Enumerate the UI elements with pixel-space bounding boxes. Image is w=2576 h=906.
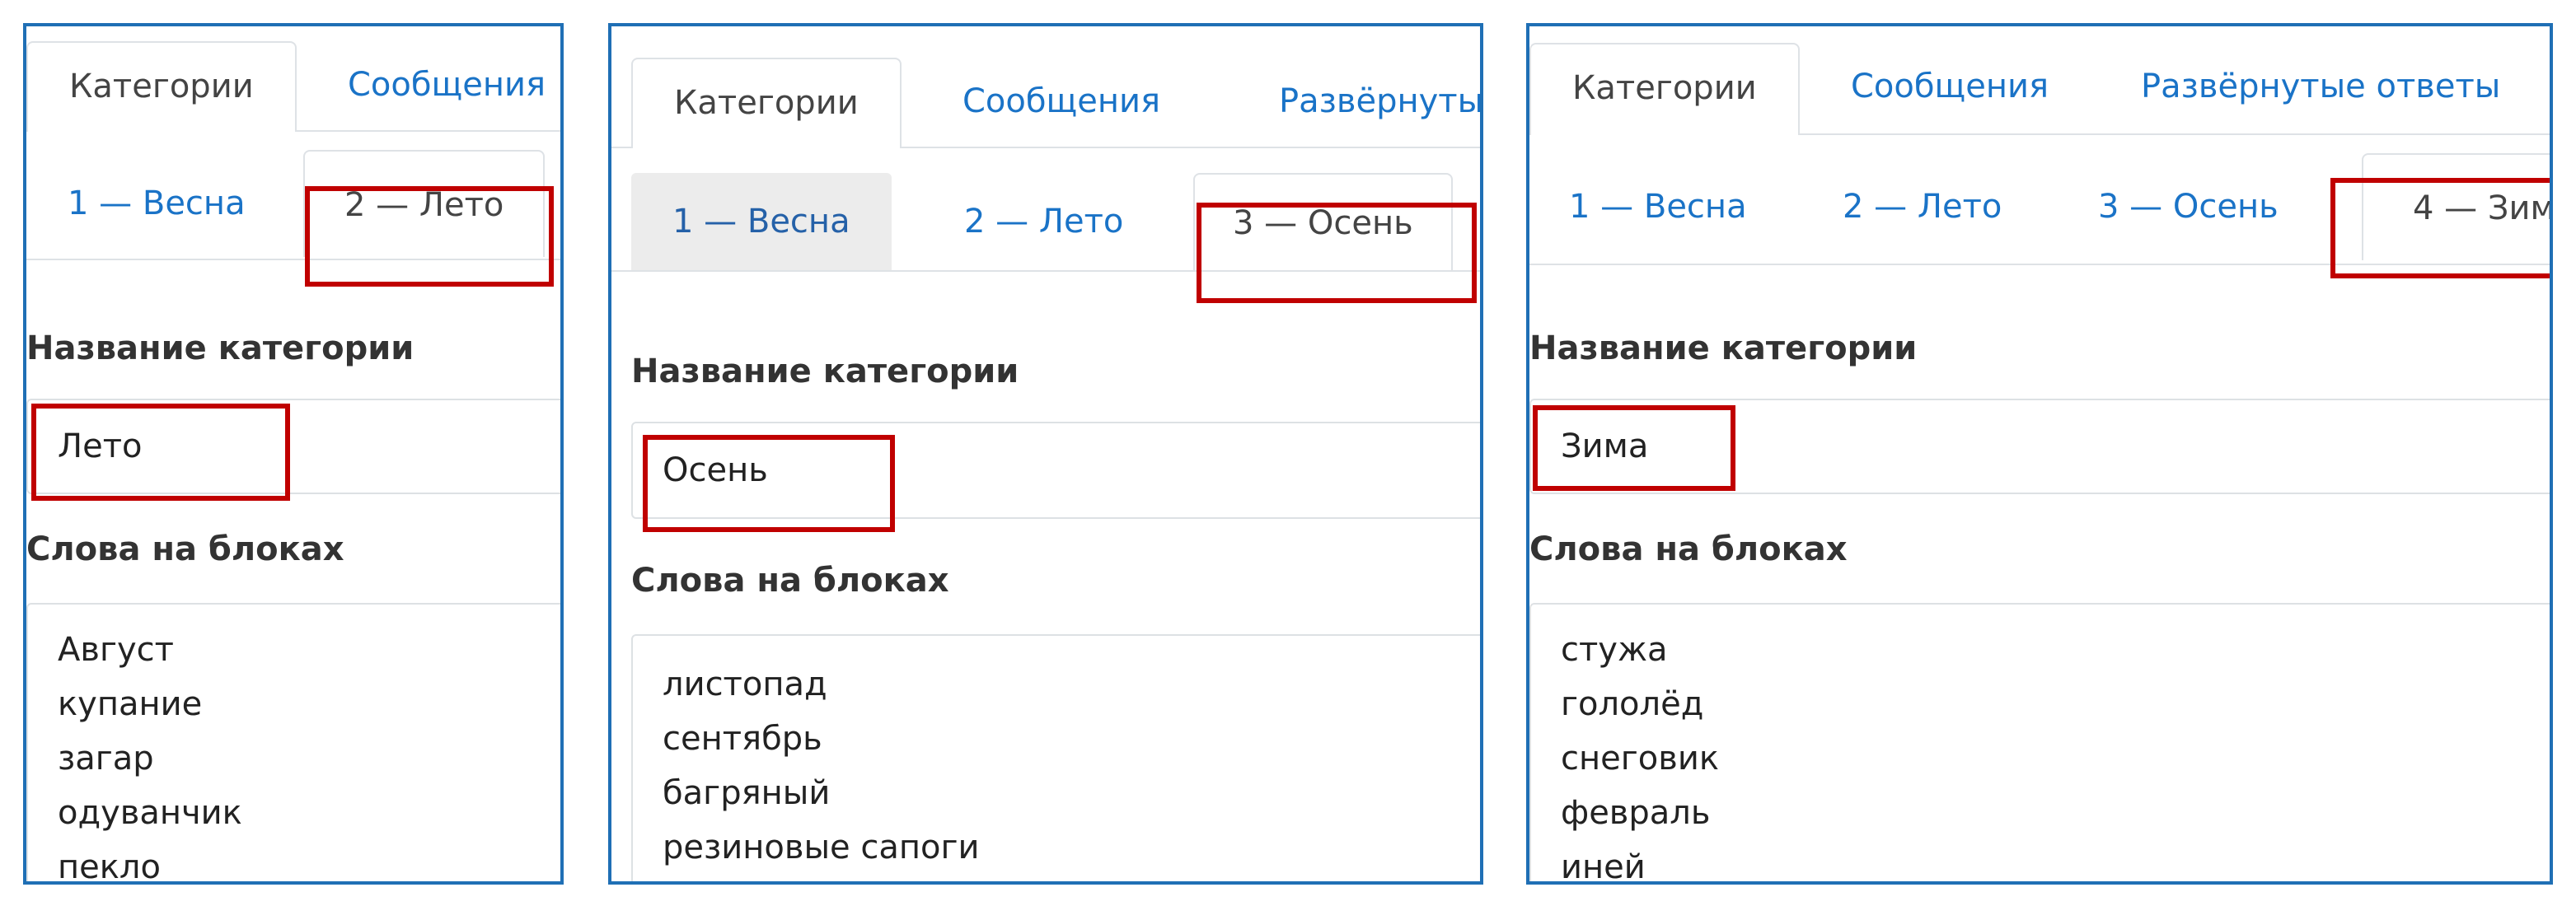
word-item: загар	[58, 740, 154, 778]
category-name-label: Название категории	[631, 353, 1019, 390]
word-item: стужа	[1561, 631, 1668, 669]
block-words-list: листопад сентябрь багряный резиновые сап…	[663, 657, 980, 875]
word-item: февраль	[1561, 794, 1711, 832]
tab-winter[interactable]: 4 — Зима	[2362, 153, 2550, 260]
word-item: гололёд	[1561, 685, 1704, 723]
main-tab-bar: Категории Сообщения Развёрнутые ответы	[1529, 26, 2550, 135]
word-item: иней	[1561, 848, 1646, 885]
category-name-label: Название категории	[1529, 329, 1918, 367]
tab-spring[interactable]: 1 — Весна	[1569, 153, 1747, 260]
screenshot-panel-winter: Категории Сообщения Развёрнутые ответы 1…	[1526, 23, 2553, 885]
word-item: купание	[58, 685, 203, 723]
tab-messages[interactable]: Сообщения	[348, 41, 546, 128]
category-tab-bar: 1 — Весна 2 — Лето	[26, 132, 560, 260]
category-name-input[interactable]: Лето	[26, 399, 560, 494]
category-name-label: Название категории	[26, 329, 415, 367]
block-words-textarea[interactable]: листопад сентябрь багряный резиновые сап…	[631, 634, 1480, 881]
tab-autumn[interactable]: 3 — Осень	[2098, 153, 2279, 260]
tab-answers[interactable]: Развёрнуты	[1279, 58, 1480, 145]
word-item: сентябрь	[663, 720, 822, 758]
word-item: багряный	[663, 774, 831, 812]
tab-spring[interactable]: 1 — Весна	[631, 173, 892, 270]
tab-autumn[interactable]: 3 — Осень	[1193, 173, 1453, 270]
category-tab-bar: 1 — Весна 2 — Лето 3 — Осень	[611, 148, 1480, 272]
block-words-list: стужа гололёд снеговик февраль иней	[1561, 623, 1719, 885]
word-item: резиновые сапоги	[663, 829, 980, 866]
tab-answers[interactable]: Развёрнутые ответы	[2141, 43, 2500, 130]
tab-messages[interactable]: Сообщения	[962, 58, 1160, 145]
main-tab-bar: Категории Сообщения Развёрнуты	[611, 26, 1480, 148]
tab-categories[interactable]: Категории	[1529, 43, 1800, 135]
category-tab-bar: 1 — Весна 2 — Лето 3 — Осень 4 — Зима	[1529, 135, 2550, 265]
block-words-textarea[interactable]: стужа гололёд снеговик февраль иней	[1529, 603, 2550, 885]
tab-messages[interactable]: Сообщения	[1851, 43, 2049, 130]
block-words-label: Слова на блоках	[26, 530, 344, 568]
word-item: пекло	[58, 848, 161, 885]
word-item: одуванчик	[58, 794, 242, 832]
tab-summer[interactable]: 2 — Лето	[1843, 153, 2002, 260]
category-name-input[interactable]: Зима	[1529, 399, 2550, 494]
tab-spring[interactable]: 1 — Весна	[68, 150, 246, 257]
category-name-input[interactable]: Осень	[631, 422, 1480, 519]
tab-summer[interactable]: 2 — Лето	[964, 173, 1123, 270]
tab-categories[interactable]: Категории	[631, 58, 902, 148]
main-tab-bar: Категории Сообщения	[26, 26, 560, 132]
block-words-textarea[interactable]: Август купание загар одуванчик пекло	[26, 603, 560, 885]
screenshot-panel-autumn: Категории Сообщения Развёрнуты 1 — Весна…	[608, 23, 1483, 885]
word-item: Август	[58, 631, 174, 669]
word-item: снеговик	[1561, 740, 1719, 778]
word-item: листопад	[663, 665, 827, 703]
block-words-label: Слова на блоках	[1529, 530, 1848, 568]
block-words-label: Слова на блоках	[631, 562, 949, 600]
tab-summer[interactable]: 2 — Лето	[303, 150, 546, 257]
block-words-list: Август купание загар одуванчик пекло	[58, 623, 242, 885]
screenshot-panel-summer: Категории Сообщения 1 — Весна 2 — Лето Н…	[23, 23, 564, 885]
tab-categories[interactable]: Категории	[26, 41, 297, 132]
